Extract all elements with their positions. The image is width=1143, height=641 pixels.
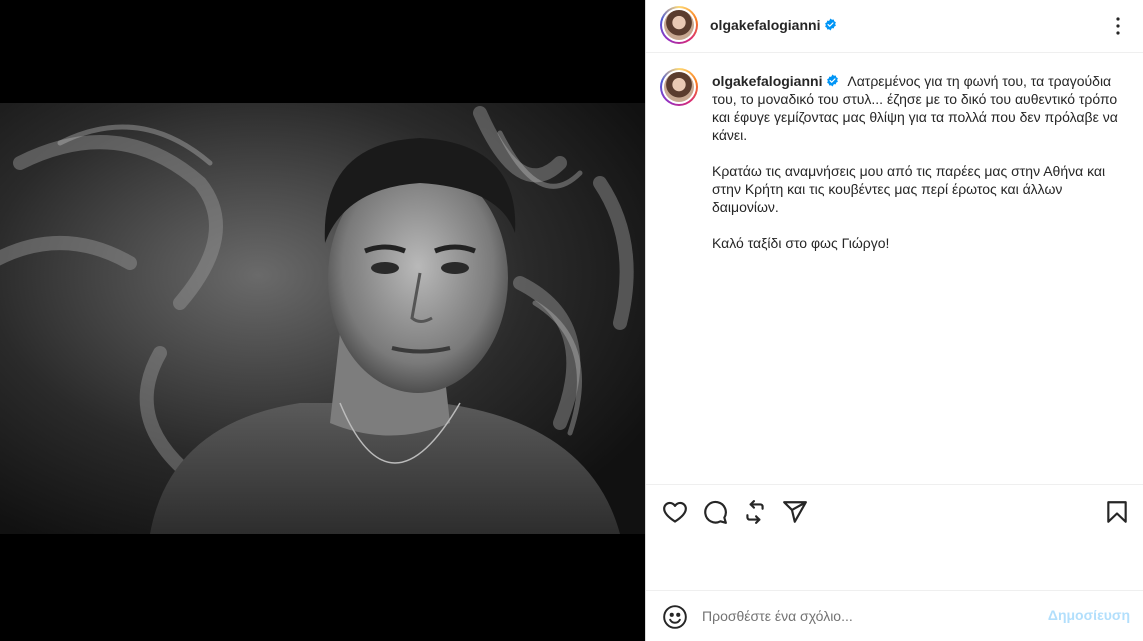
comment-input[interactable] xyxy=(702,605,1032,627)
post-photo[interactable] xyxy=(0,103,645,534)
verified-badge-icon xyxy=(825,18,837,31)
emoji-icon[interactable] xyxy=(662,604,688,630)
caption-paragraph-3: Καλό ταξίδι στο φως Γιώργο! xyxy=(712,235,890,251)
share-icon[interactable] xyxy=(782,499,808,525)
verified-badge-icon xyxy=(827,74,839,87)
heart-icon[interactable] xyxy=(662,499,688,525)
header-username-text[interactable]: olgakefalogianni xyxy=(710,17,820,33)
caption-username-text[interactable]: olgakefalogianni xyxy=(712,73,822,89)
repost-icon[interactable] xyxy=(742,499,768,525)
bookmark-icon[interactable] xyxy=(1104,499,1130,525)
avatar[interactable] xyxy=(660,6,698,44)
header-username[interactable]: olgakefalogianni xyxy=(710,17,837,33)
media-pane xyxy=(0,0,645,641)
action-bar xyxy=(646,484,1143,538)
post-comment-button[interactable]: Δημοσίευση xyxy=(1048,607,1130,623)
caption-username[interactable]: olgakefalogianni xyxy=(712,73,839,89)
caption-text: olgakefalogianni Λατρεμένος για τη φωνή … xyxy=(712,72,1132,270)
comment-icon[interactable] xyxy=(702,499,728,525)
post-header: olgakefalogianni xyxy=(646,0,1143,53)
post-side-panel: olgakefalogianni olgakefalogianni Λατρεμ… xyxy=(645,0,1143,641)
caption-avatar[interactable] xyxy=(660,68,698,106)
comment-bar: Δημοσίευση xyxy=(646,590,1143,641)
caption-paragraph-2: Κρατάω τις αναμνήσεις μου από τις παρέες… xyxy=(712,163,1106,215)
portrait-illustration xyxy=(0,103,645,534)
more-options-icon[interactable] xyxy=(1106,14,1130,38)
caption-area: olgakefalogianni Λατρεμένος για τη φωνή … xyxy=(646,54,1143,484)
